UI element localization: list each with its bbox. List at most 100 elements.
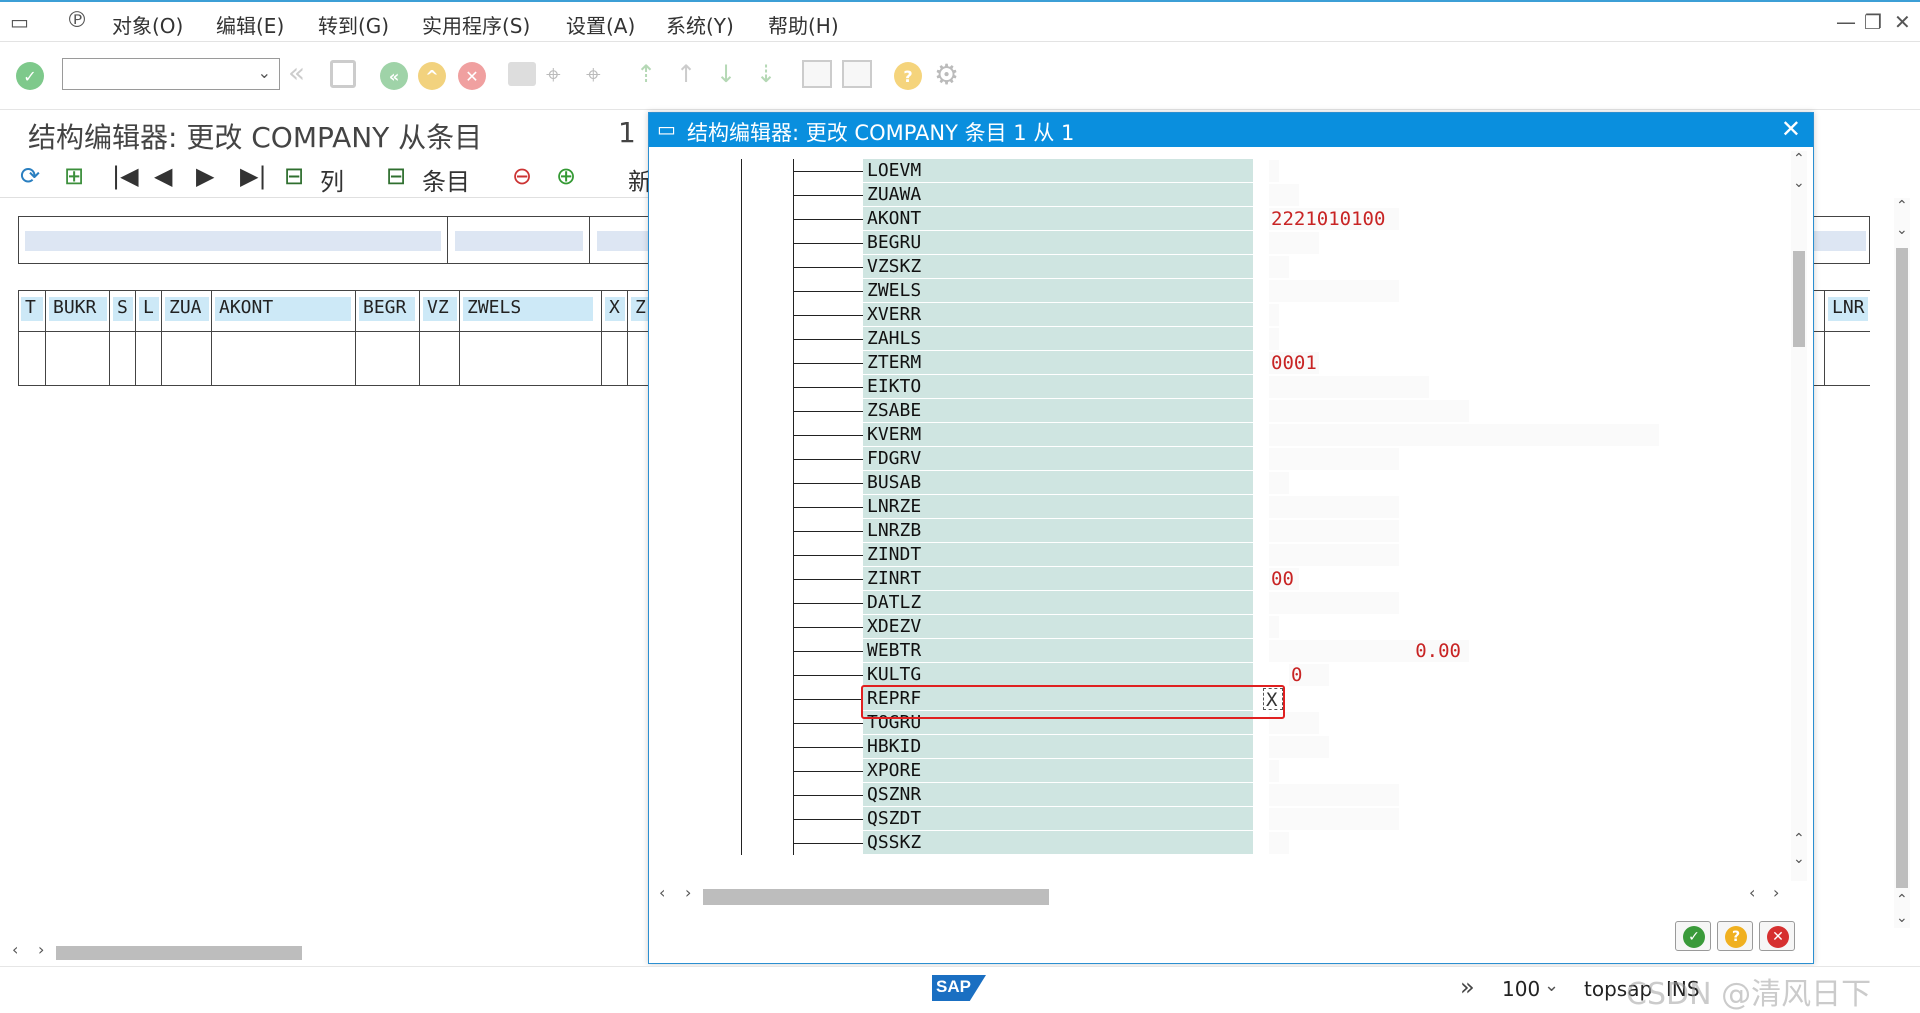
field-value-fdgrv[interactable] <box>1269 448 1399 470</box>
back-double-icon[interactable]: « <box>288 56 316 89</box>
col-header[interactable]: BUKR <box>49 297 107 321</box>
field-value-webtr[interactable]: 0.00 <box>1269 640 1469 662</box>
zoom-chevron-icon[interactable]: ⌄ <box>1544 975 1559 996</box>
field-value-xverr[interactable] <box>1269 304 1279 326</box>
help-toolbar-icon[interactable]: ? <box>894 62 922 90</box>
zoom-value[interactable]: 100 <box>1502 977 1540 1001</box>
close-window-icon[interactable]: ✕ <box>1894 10 1911 34</box>
field-value-begru[interactable] <box>1269 232 1319 254</box>
dlg-scroll-right-end-icon[interactable]: › <box>1773 883 1779 902</box>
status-expand-icon[interactable]: » <box>1460 973 1475 1001</box>
prev-page-icon[interactable]: ↑ <box>676 60 704 88</box>
last-entry-icon[interactable]: ▶| <box>240 162 267 190</box>
h-scroll-thumb[interactable] <box>56 946 302 960</box>
save-icon[interactable] <box>330 60 356 88</box>
scroll-up-bottom-icon[interactable]: ⌃ <box>1896 892 1908 908</box>
dialog-horizontal-scrollbar[interactable]: ‹ › ‹ › <box>655 883 1785 905</box>
selection-field-3[interactable] <box>597 231 651 251</box>
shortcut-icon[interactable] <box>842 60 872 88</box>
field-value-xpore[interactable] <box>1269 760 1279 782</box>
dialog-close-icon[interactable]: ✕ <box>1781 115 1801 143</box>
scroll-left-icon[interactable]: ‹ <box>12 940 18 959</box>
enter-check-icon[interactable]: ✓ <box>16 62 44 90</box>
next-entry-icon[interactable]: ▶ <box>196 162 214 190</box>
field-value-zterm[interactable]: 0001 <box>1269 352 1319 374</box>
last-page-icon[interactable]: ⇣ <box>756 60 784 88</box>
dialog-menu-icon[interactable]: ▭ <box>657 117 676 141</box>
col-header[interactable]: S <box>113 297 133 321</box>
field-value-zinrt[interactable]: 00 <box>1269 568 1299 590</box>
field-value-busab[interactable] <box>1269 472 1289 494</box>
cancel-toolbar-icon[interactable]: ✕ <box>458 62 486 90</box>
selection-field-2[interactable] <box>455 231 583 251</box>
col-header[interactable]: Z <box>631 297 649 321</box>
col-header[interactable]: L <box>139 297 159 321</box>
gear-icon[interactable]: ⚙ <box>934 58 962 91</box>
menu-utilities[interactable]: 实用程序(S) <box>422 10 530 39</box>
menu-system[interactable]: 系统(Y) <box>666 10 734 39</box>
scroll-right-icon[interactable]: › <box>38 940 44 959</box>
scroll-thumb[interactable] <box>1896 248 1908 888</box>
field-value-eikto[interactable] <box>1269 376 1429 398</box>
chevron-down-icon[interactable]: ⌄ <box>258 63 271 82</box>
dlg-scroll-left-end-icon[interactable]: ‹ <box>1749 883 1755 902</box>
scroll-down-icon[interactable]: ⌄ <box>1896 222 1908 238</box>
col-header[interactable]: T <box>21 297 43 321</box>
find-next-icon[interactable]: ⌖ <box>586 60 614 90</box>
new-session-icon[interactable] <box>802 60 832 88</box>
field-value-zahls[interactable] <box>1269 328 1279 350</box>
refresh-icon[interactable]: ⟳ <box>20 162 40 190</box>
menu-object[interactable]: 对象(O) <box>112 10 183 39</box>
dlg-scroll-down-icon[interactable]: ⌄ <box>1793 175 1805 191</box>
col-header[interactable]: ZWELS <box>463 297 593 321</box>
dialog-cancel-button[interactable]: ✕ <box>1759 921 1795 951</box>
sap-menu-icon[interactable]: ▭ <box>10 10 29 34</box>
scroll-up-icon[interactable]: ⌃ <box>1896 198 1908 214</box>
prev-entry-icon[interactable]: ◀ <box>154 162 172 190</box>
dlg-scroll-right-icon[interactable]: › <box>685 883 691 902</box>
dlg-scroll-left-icon[interactable]: ‹ <box>659 883 665 902</box>
col-header[interactable]: VZ <box>423 297 457 321</box>
col-header[interactable]: BEGR <box>359 297 415 321</box>
dlg-h-scroll-thumb[interactable] <box>703 889 1049 905</box>
first-entry-icon[interactable]: |◀ <box>112 162 139 190</box>
menu-settings[interactable]: 设置(A) <box>566 10 635 39</box>
field-value-vzskz[interactable] <box>1269 256 1289 278</box>
col-header-lnr[interactable]: LNR <box>1828 297 1868 321</box>
back-icon[interactable]: « <box>380 62 408 90</box>
field-value-zuawa[interactable] <box>1269 184 1299 206</box>
field-value-qsznr[interactable] <box>1269 784 1399 806</box>
col-header[interactable]: AKONT <box>215 297 351 321</box>
field-value-zsabe[interactable] <box>1269 400 1469 422</box>
field-value-lnrze[interactable] <box>1269 496 1399 518</box>
print-icon[interactable] <box>508 62 536 86</box>
menu-edit[interactable]: 编辑(E) <box>216 10 284 39</box>
main-horizontal-scrollbar[interactable]: ‹ › <box>10 940 646 960</box>
entries-button[interactable]: 条目 <box>422 162 470 197</box>
dlg-scroll-thumb[interactable] <box>1793 251 1805 347</box>
field-value-qszdt[interactable] <box>1269 808 1399 830</box>
first-page-icon[interactable]: ⇡ <box>636 60 664 88</box>
field-value-lnrzb[interactable] <box>1269 520 1399 542</box>
hierarchy-icon[interactable]: ⊞ <box>64 162 84 190</box>
minimize-icon[interactable]: — <box>1836 10 1856 34</box>
field-value-xdezv[interactable] <box>1269 616 1279 638</box>
menu-goto[interactable]: 转到(G) <box>318 10 389 39</box>
field-value-qsskz[interactable] <box>1269 832 1289 854</box>
dlg-scroll-up-bottom-icon[interactable]: ⌃ <box>1793 831 1805 847</box>
field-value-loevm[interactable] <box>1269 160 1279 182</box>
entries-icon[interactable]: ⊟ <box>386 162 406 190</box>
field-value-akont[interactable]: 2221010100 <box>1269 208 1399 230</box>
col-header[interactable]: ZUA <box>165 297 209 321</box>
field-value-hbkid[interactable] <box>1269 736 1329 758</box>
dlg-scroll-up-icon[interactable]: ⌃ <box>1793 151 1805 167</box>
field-value-kultg[interactable]: 0 <box>1289 664 1329 686</box>
selection-field-1[interactable] <box>25 231 441 251</box>
customize-icon[interactable]: ℗ <box>66 8 88 33</box>
dlg-scroll-down-bottom-icon[interactable]: ⌄ <box>1793 851 1805 867</box>
dialog-vertical-scrollbar[interactable]: ⌃ ⌄ ⌃ ⌄ <box>1791 151 1807 881</box>
field-value-zwels[interactable] <box>1269 280 1399 302</box>
columns-button[interactable]: 列 <box>320 162 344 197</box>
main-vertical-scrollbar[interactable]: ⌃ ⌄ ⌃ ⌄ <box>1894 198 1910 928</box>
scroll-down-bottom-icon[interactable]: ⌄ <box>1896 910 1908 926</box>
